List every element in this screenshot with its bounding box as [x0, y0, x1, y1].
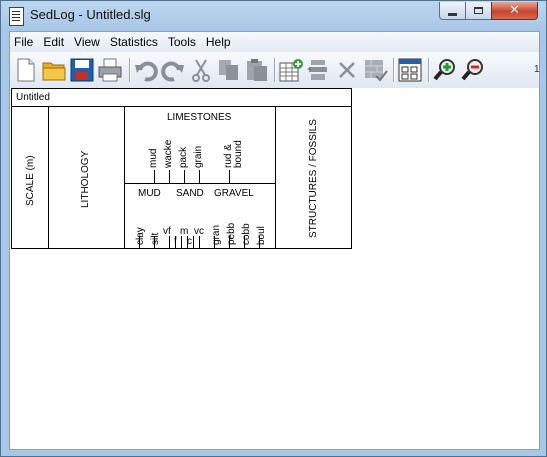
erase-icon: [365, 60, 388, 82]
new-file-button[interactable]: [13, 57, 39, 83]
title-bar[interactable]: SedLog - Untitled.slg ✕: [1, 1, 546, 31]
grain-group-sand: SAND: [176, 188, 204, 199]
insert-bed-below-button[interactable]: [306, 57, 332, 83]
limestone-class-grain: grain: [193, 145, 204, 168]
undo-button[interactable]: [133, 57, 159, 83]
grain-size-boul: boul: [256, 226, 267, 245]
toolbar: 1: [10, 52, 540, 89]
log-canvas[interactable]: Untitled SCALE (m) LITHOLOGY LIMESTONES …: [10, 88, 539, 449]
open-button[interactable]: [41, 57, 67, 83]
maximize-icon: [474, 7, 483, 14]
save-icon: [70, 58, 94, 82]
grain-size-clay: clay: [135, 227, 146, 245]
app-window: SedLog - Untitled.slg ✕ File Edit View S…: [0, 0, 547, 457]
grain-group-gravel: GRAVEL: [214, 188, 254, 199]
columns-icon: [398, 58, 422, 82]
toolbar-overflow[interactable]: 1: [534, 64, 540, 75]
menu-statistics[interactable]: Statistics: [107, 35, 164, 49]
limestone-class-wacke: wacke: [163, 139, 174, 168]
zoom-in-icon: [433, 59, 455, 81]
log-title: Untitled: [16, 92, 50, 103]
grain-size-silt: silt: [150, 232, 161, 245]
delete-icon: [339, 62, 355, 78]
insert-bed-button[interactable]: [278, 57, 304, 83]
zoom-out-button[interactable]: [460, 57, 486, 83]
cut-icon: [192, 59, 210, 82]
toolbar-separator: [428, 58, 429, 82]
lithology-column-label: LITHOLOGY: [80, 150, 91, 208]
toolbar-separator: [129, 58, 130, 82]
close-icon: ✕: [509, 3, 520, 18]
minimize-icon: [448, 12, 457, 16]
insert-bed-icon: [279, 59, 303, 82]
structures-fossils-label: STRUCTURES / FOSSILS: [308, 119, 319, 238]
menu-bar: File Edit View Statistics Tools Help: [10, 32, 539, 53]
grain-size-vc: vc: [194, 226, 204, 237]
limestone-class-mud: mud: [148, 148, 159, 168]
grain-size-cobb: cobb: [241, 223, 252, 245]
maximize-button[interactable]: [465, 2, 492, 20]
menu-tools[interactable]: Tools: [165, 35, 202, 49]
client-area: File Edit View Statistics Tools Help 1 U…: [9, 31, 540, 450]
paste-icon: [247, 59, 267, 81]
toolbar-separator: [393, 58, 394, 82]
columns-button[interactable]: [397, 57, 423, 83]
insert-bed-below-icon: [307, 60, 327, 80]
zoom-in-button[interactable]: [432, 57, 458, 83]
limestone-class-pack: pack: [178, 146, 189, 168]
grain-group-mud: MUD: [138, 188, 161, 199]
limestones-label: LIMESTONES: [167, 112, 232, 123]
scale-column-label: SCALE (m): [25, 155, 36, 206]
open-folder-icon: [42, 62, 66, 81]
cut-button[interactable]: [188, 57, 214, 83]
redo-button[interactable]: [160, 57, 186, 83]
menu-edit[interactable]: Edit: [40, 35, 70, 49]
redo-icon: [161, 61, 184, 82]
paste-button[interactable]: [244, 57, 270, 83]
minimize-button[interactable]: [439, 2, 466, 20]
delete-button[interactable]: [334, 57, 360, 83]
grain-size-c: c: [187, 236, 192, 247]
limestone-class-bound: bound: [233, 140, 244, 168]
grain-size-f: f: [174, 236, 177, 247]
zoom-out-icon: [461, 59, 483, 81]
menu-file[interactable]: File: [11, 35, 39, 49]
menu-view[interactable]: View: [71, 35, 106, 49]
menu-help[interactable]: Help: [203, 35, 237, 49]
toolbar-separator: [274, 58, 275, 82]
print-button[interactable]: [97, 57, 123, 83]
grain-size-vf: vf: [163, 226, 171, 237]
close-button[interactable]: ✕: [491, 2, 538, 20]
log-header[interactable]: Untitled SCALE (m) LITHOLOGY LIMESTONES …: [11, 88, 352, 249]
grain-size-pebb: pebb: [226, 222, 237, 245]
copy-button[interactable]: [216, 57, 242, 83]
copy-icon: [219, 60, 238, 80]
save-button[interactable]: [69, 57, 95, 83]
undo-icon: [135, 61, 158, 82]
window-title: SedLog - Untitled.slg: [30, 7, 151, 22]
grain-size-gran: gran: [211, 224, 222, 245]
new-file-icon: [17, 58, 35, 82]
erase-button[interactable]: [362, 57, 388, 83]
print-icon: [98, 58, 122, 82]
app-icon[interactable]: [9, 7, 24, 26]
